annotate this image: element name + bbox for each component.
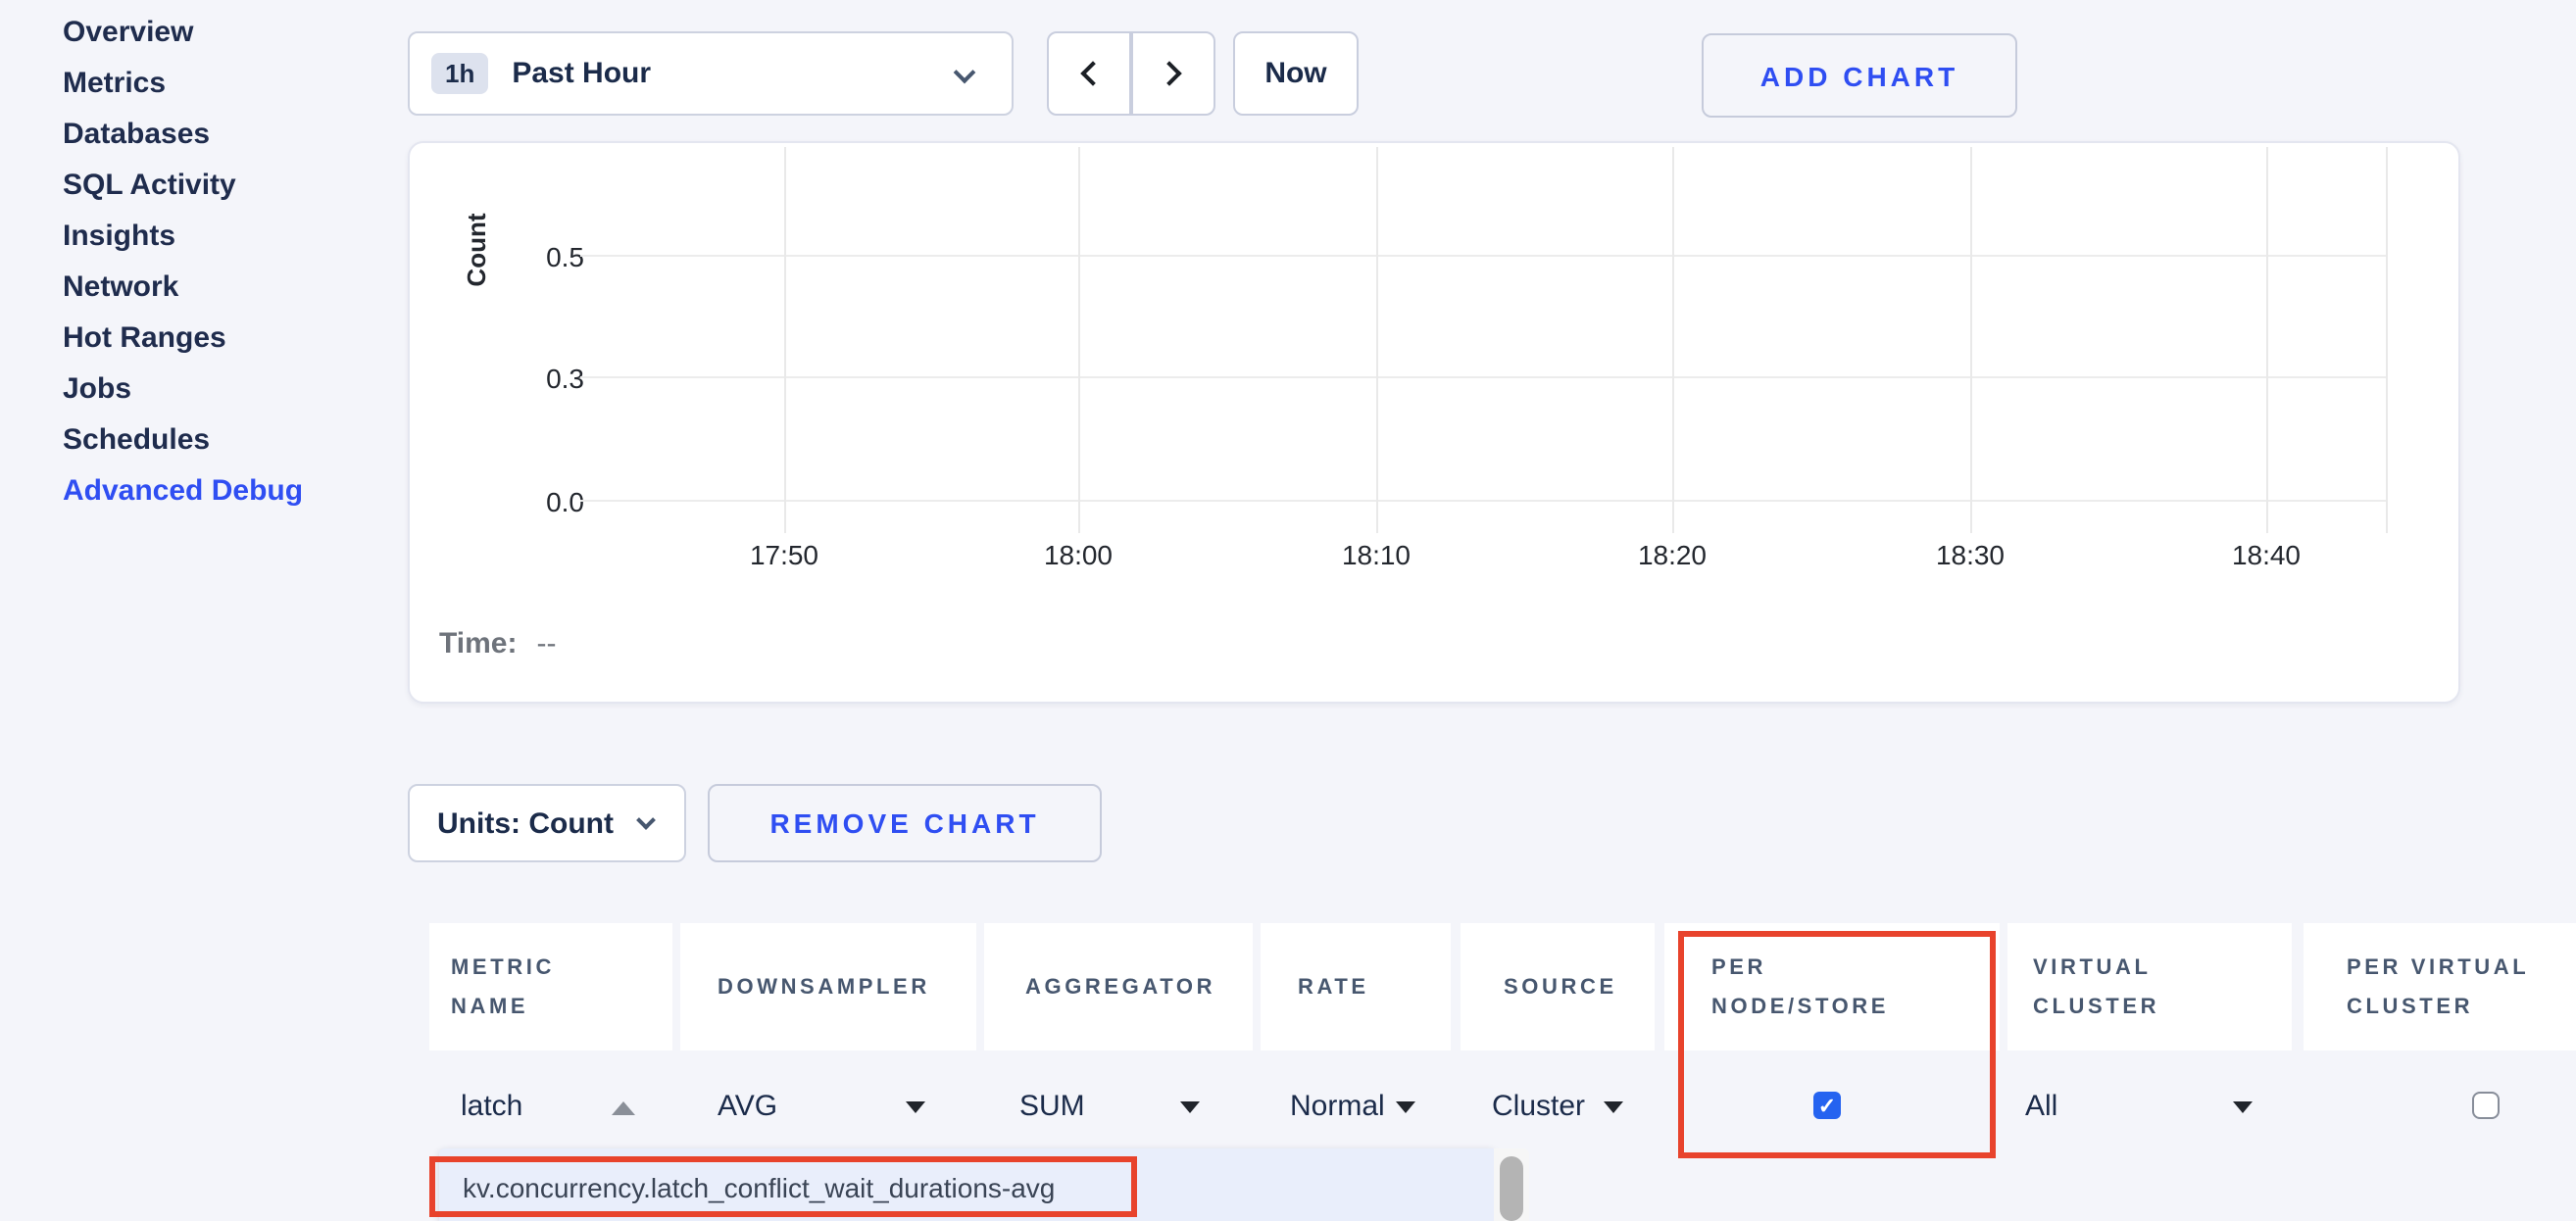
x-tick-label: 18:10	[1317, 539, 1435, 570]
time-range-select[interactable]: 1h Past Hour	[408, 31, 1014, 116]
dropdown-scrollbar-thumb[interactable]	[1500, 1156, 1523, 1221]
caret-down-icon[interactable]	[1396, 1101, 1415, 1113]
time-range-label: Past Hour	[512, 57, 651, 90]
per-virtual-cluster-checkbox[interactable]	[2472, 1092, 2500, 1119]
chevron-down-icon	[636, 810, 656, 830]
sidebar-item-network[interactable]: Network	[63, 263, 357, 314]
downsampler-select[interactable]: AVG	[718, 1088, 777, 1127]
y-tick-label: 0.3	[506, 363, 584, 394]
caret-down-icon[interactable]	[1180, 1101, 1200, 1113]
sidebar-item-hot-ranges[interactable]: Hot Ranges	[63, 314, 357, 365]
caret-down-icon[interactable]	[906, 1101, 925, 1113]
aggregator-select[interactable]: SUM	[1019, 1088, 1085, 1127]
time-range-badge: 1h	[431, 53, 488, 94]
sidebar-item-sql-activity[interactable]: SQL Activity	[63, 161, 357, 212]
units-select-label: Units: Count	[437, 806, 614, 840]
sidebar-nav: Overview Metrics Databases SQL Activity …	[63, 8, 357, 517]
x-tick-label: 17:50	[725, 539, 843, 570]
add-chart-button[interactable]: ADD CHART	[1702, 33, 2017, 118]
header-rate: RATE	[1261, 923, 1451, 1050]
x-tick-label: 18:00	[1019, 539, 1137, 570]
chart-gridline-vertical	[1970, 147, 1972, 533]
rate-select[interactable]: Normal	[1290, 1088, 1385, 1127]
time-legend-label: Time:	[439, 627, 517, 660]
caret-down-icon[interactable]	[2233, 1101, 2253, 1113]
chart-gridline-vertical	[784, 147, 786, 533]
header-downsampler: DOWNSAMPLER	[680, 923, 976, 1050]
units-select[interactable]: Units: Count	[408, 784, 686, 862]
chart-y-axis-label: Count	[462, 209, 491, 291]
header-metric-name: METRIC NAME	[429, 923, 672, 1050]
source-select[interactable]: Cluster	[1492, 1088, 1585, 1127]
chart-gridline-vertical	[1078, 147, 1080, 533]
header-per-node-store: PER NODE/STORE	[1664, 923, 2000, 1050]
sort-up-icon[interactable]	[612, 1101, 635, 1115]
advanced-debug-custom-chart-page: Overview Metrics Databases SQL Activity …	[0, 0, 2576, 1221]
chart-gridline-horizontal	[580, 376, 2386, 378]
sidebar-item-overview[interactable]: Overview	[63, 8, 357, 59]
time-legend-value: --	[536, 627, 556, 660]
time-next-button[interactable]	[1131, 31, 1215, 116]
chevron-right-icon	[1157, 61, 1181, 85]
sidebar-item-advanced-debug[interactable]: Advanced Debug	[63, 466, 357, 517]
header-per-virtual-cluster: PER VIRTUAL CLUSTER	[2304, 923, 2576, 1050]
chevron-left-icon	[1080, 61, 1105, 85]
header-source: SOURCE	[1461, 923, 1655, 1050]
x-tick-label: 18:40	[2207, 539, 2325, 570]
chart-gridline-horizontal	[580, 500, 2386, 502]
virtual-cluster-select[interactable]: All	[2025, 1088, 2057, 1127]
chart-gridline-vertical	[1376, 147, 1378, 533]
chart-gridline-vertical	[1672, 147, 1674, 533]
header-virtual-cluster: VIRTUAL CLUSTER	[2007, 923, 2292, 1050]
chart-gridline-horizontal	[580, 255, 2386, 257]
chevron-down-icon	[954, 62, 976, 84]
sidebar-item-insights[interactable]: Insights	[63, 212, 357, 263]
remove-chart-button[interactable]: REMOVE CHART	[708, 784, 1102, 862]
sidebar-item-metrics[interactable]: Metrics	[63, 59, 357, 110]
header-aggregator: AGGREGATOR	[984, 923, 1253, 1050]
sidebar-item-databases[interactable]: Databases	[63, 110, 357, 161]
y-tick-label: 0.5	[506, 241, 584, 272]
sidebar-item-jobs[interactable]: Jobs	[63, 365, 357, 415]
caret-down-icon[interactable]	[1604, 1101, 1623, 1113]
metric-suggestion-item[interactable]: kv.concurrency.latch_conflict_wait_durat…	[463, 1164, 1110, 1211]
time-nav-group	[1047, 31, 1215, 116]
checkbox-check-icon: ✓	[1818, 1093, 1836, 1118]
metric-name-input[interactable]: latch	[461, 1088, 522, 1127]
x-tick-label: 18:20	[1613, 539, 1731, 570]
per-node-store-checkbox[interactable]: ✓	[1813, 1092, 1841, 1119]
chart-gridline-vertical	[2386, 147, 2388, 533]
chart-hover-time-legend: Time: --	[439, 627, 556, 660]
sidebar-item-schedules[interactable]: Schedules	[63, 415, 357, 466]
chart-panel	[408, 141, 2460, 704]
x-tick-label: 18:30	[1911, 539, 2029, 570]
chart-gridline-vertical	[2266, 147, 2268, 533]
now-button[interactable]: Now	[1233, 31, 1359, 116]
y-tick-label: 0.0	[506, 486, 584, 517]
time-prev-button[interactable]	[1047, 31, 1131, 116]
